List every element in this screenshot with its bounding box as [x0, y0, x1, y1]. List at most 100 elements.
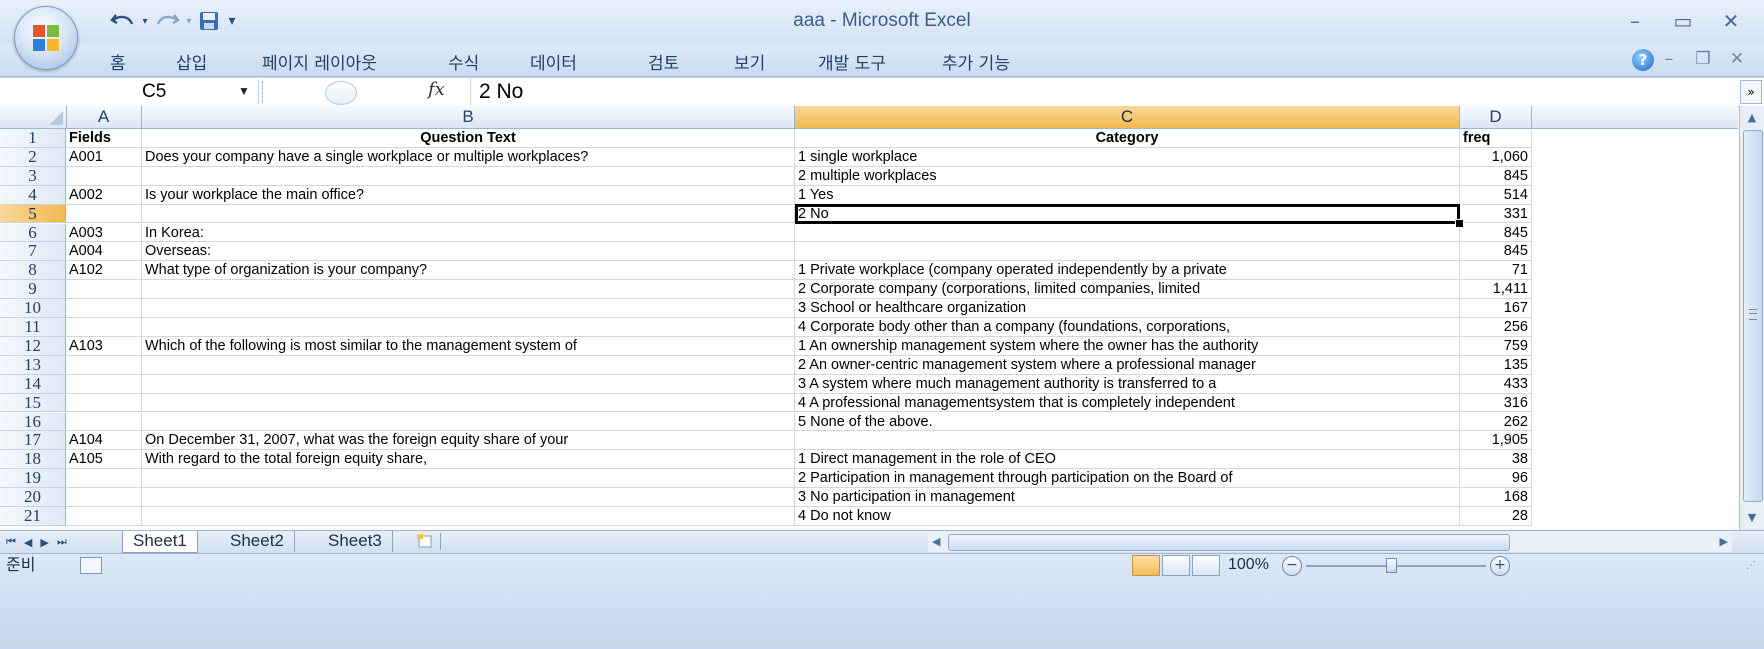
close-icon[interactable]: ✕ — [1712, 6, 1750, 36]
cell-c3[interactable]: 2 multiple workplaces — [795, 166, 1460, 186]
column-header-b[interactable]: B — [142, 106, 795, 128]
row-header[interactable]: 12 — [0, 336, 66, 356]
cell-c14[interactable]: 3 A system where much management authori… — [795, 374, 1460, 394]
zoom-in-icon[interactable]: + — [1490, 556, 1510, 576]
row-header[interactable]: 13 — [0, 355, 66, 375]
row-header[interactable]: 2 — [0, 147, 66, 167]
cell-b3[interactable] — [142, 166, 795, 186]
cell-a18[interactable]: A105 — [66, 450, 142, 470]
scroll-down-icon[interactable]: ▼ — [1742, 508, 1762, 528]
office-button[interactable] — [14, 6, 78, 70]
help-icon[interactable]: ? — [1632, 49, 1654, 71]
cell-a10[interactable] — [66, 299, 142, 318]
cell-d5[interactable]: 331 — [1460, 204, 1532, 224]
cell-b15[interactable] — [142, 393, 795, 413]
row-header[interactable]: 1 — [0, 129, 66, 148]
cell-d4[interactable]: 514 — [1460, 185, 1532, 205]
cell-b17[interactable]: On December 31, 2007, what was the forei… — [142, 431, 795, 451]
tab-home[interactable]: 홈 — [110, 49, 126, 74]
cell-d19[interactable]: 96 — [1460, 469, 1532, 489]
row-header[interactable]: 7 — [0, 242, 66, 262]
cell-c13[interactable]: 2 An owner-centric management system whe… — [795, 355, 1460, 375]
column-header-a[interactable]: A — [66, 106, 142, 128]
cell-b9[interactable] — [142, 280, 795, 300]
row-header[interactable]: 19 — [0, 469, 66, 489]
zoom-level[interactable]: 100% — [1228, 554, 1269, 576]
cell-d21[interactable]: 28 — [1460, 507, 1532, 526]
cell-c2[interactable]: 1 single workplace — [795, 147, 1460, 167]
next-sheet-icon[interactable]: ▶ — [40, 536, 48, 549]
row-header[interactable]: 18 — [0, 450, 66, 470]
zoom-out-icon[interactable]: − — [1282, 556, 1302, 576]
cell-d17[interactable]: 1,905 — [1460, 431, 1532, 451]
cell-c19[interactable]: 2 Participation in management through pa… — [795, 469, 1460, 489]
cell-d12[interactable]: 759 — [1460, 336, 1532, 356]
cell-c21[interactable]: 4 Do not know — [795, 507, 1460, 526]
cell-c1[interactable]: Category — [795, 129, 1460, 148]
tab-insert[interactable]: 삽입 — [176, 49, 207, 74]
row-header[interactable]: 14 — [0, 374, 66, 394]
workbook-close-icon[interactable]: ✕ — [1724, 46, 1750, 72]
cell-c9[interactable]: 2 Corporate company (corporations, limit… — [795, 280, 1460, 300]
cell-c6[interactable] — [795, 223, 1460, 243]
tab-formulas[interactable]: 수식 — [448, 49, 479, 74]
normal-view-icon[interactable] — [1132, 555, 1160, 576]
scroll-up-icon[interactable]: ▲ — [1742, 108, 1762, 128]
cell-a3[interactable] — [66, 166, 142, 186]
row-header[interactable]: 4 — [0, 185, 66, 205]
cell-c18[interactable]: 1 Direct management in the role of CEO — [795, 450, 1460, 470]
cell-d8[interactable]: 71 — [1460, 261, 1532, 281]
cell-d3[interactable]: 845 — [1460, 166, 1532, 186]
cell-c17[interactable] — [795, 431, 1460, 451]
cell-b7[interactable]: Overseas: — [142, 242, 795, 262]
cell-d13[interactable]: 135 — [1460, 355, 1532, 375]
insert-function-icon[interactable]: fx — [428, 79, 445, 100]
cell-a21[interactable] — [66, 507, 142, 526]
sheet-tab-sheet1[interactable]: Sheet1 — [122, 531, 198, 553]
cell-d15[interactable]: 316 — [1460, 393, 1532, 413]
cell-b18[interactable]: With regard to the total foreign equity … — [142, 450, 795, 470]
row-header[interactable]: 8 — [0, 261, 66, 281]
sheet-tab-sheet3[interactable]: Sheet3 — [318, 531, 393, 552]
tab-add-ins[interactable]: 추가 기능 — [942, 49, 1010, 74]
cell-d10[interactable]: 167 — [1460, 299, 1532, 318]
formula-bar-splitter[interactable] — [262, 81, 265, 103]
cell-a2[interactable]: A001 — [66, 147, 142, 167]
formula-input[interactable]: 2 No — [470, 78, 523, 105]
formula-cancel-button[interactable] — [325, 81, 357, 105]
page-layout-view-icon[interactable] — [1162, 555, 1190, 576]
horizontal-scroll-thumb[interactable] — [948, 534, 1510, 551]
cell-b20[interactable] — [142, 488, 795, 507]
tab-review[interactable]: 검토 — [648, 49, 679, 74]
cell-c10[interactable]: 3 School or healthcare organization — [795, 299, 1460, 318]
cell-a13[interactable] — [66, 355, 142, 375]
cell-d16[interactable]: 262 — [1460, 412, 1532, 432]
cell-c8[interactable]: 1 Private workplace (company operated in… — [795, 261, 1460, 281]
insert-sheet-icon[interactable] — [414, 533, 441, 550]
last-sheet-icon[interactable]: ⏭ — [57, 535, 67, 549]
cell-c20[interactable]: 3 No participation in management — [795, 488, 1460, 507]
cell-b14[interactable] — [142, 374, 795, 394]
cell-a15[interactable] — [66, 393, 142, 413]
row-header[interactable]: 5 — [0, 204, 66, 224]
cell-b5[interactable] — [142, 204, 795, 224]
cell-a7[interactable]: A004 — [66, 242, 142, 262]
row-header[interactable]: 16 — [0, 412, 66, 432]
cell-d9[interactable]: 1,411 — [1460, 280, 1532, 300]
cell-a16[interactable] — [66, 412, 142, 432]
row-header[interactable]: 15 — [0, 393, 66, 413]
row-header[interactable]: 11 — [0, 318, 66, 337]
cell-d6[interactable]: 845 — [1460, 223, 1532, 243]
cell-c15[interactable]: 4 A professional managementsystem that i… — [795, 393, 1460, 413]
cell-b21[interactable] — [142, 507, 795, 526]
cell-d20[interactable]: 168 — [1460, 488, 1532, 507]
column-header-c[interactable]: C — [795, 106, 1460, 128]
cell-b4[interactable]: Is your workplace the main office? — [142, 185, 795, 205]
tab-data[interactable]: 데이터 — [530, 49, 577, 74]
cell-a20[interactable] — [66, 488, 142, 507]
cell-d7[interactable]: 845 — [1460, 242, 1532, 262]
cell-d14[interactable]: 433 — [1460, 374, 1532, 394]
workbook-restore-icon[interactable]: ❐ — [1690, 46, 1716, 72]
cell-b10[interactable] — [142, 299, 795, 318]
cell-a8[interactable]: A102 — [66, 261, 142, 281]
